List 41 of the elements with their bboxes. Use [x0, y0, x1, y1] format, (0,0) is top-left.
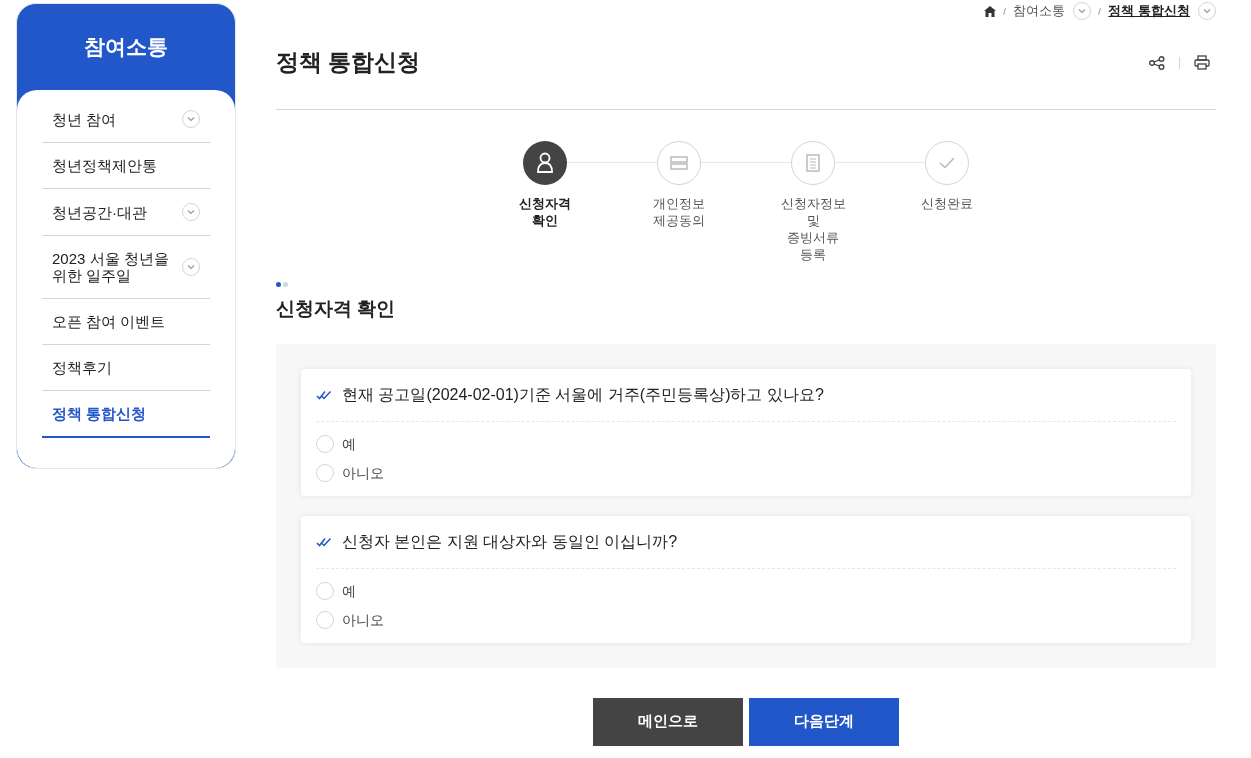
- sidebar-title: 참여소통: [83, 34, 169, 61]
- breadcrumb-link[interactable]: 정책 통합신청: [1108, 1, 1190, 21]
- document-icon: [806, 154, 820, 172]
- person-icon: [536, 152, 554, 174]
- sidebar-item-label: 정책후기: [52, 359, 112, 376]
- sidebar-item[interactable]: 청년공간·대관: [42, 189, 210, 236]
- action-button[interactable]: 메인으로: [593, 697, 743, 746]
- radio-option[interactable]: 아니오: [316, 462, 1176, 484]
- step-label: 신청자정보 및 증빙서류 등록: [780, 195, 846, 263]
- step-label: 신청완료: [921, 195, 973, 212]
- double-check-icon: [316, 536, 332, 547]
- sidebar-item[interactable]: 청년정책제안통: [42, 143, 210, 189]
- sidebar-item-label: 오픈 참여 이벤트: [52, 313, 166, 330]
- question-text: 현재 공고일(2024-02-01)기준 서울에 거주(주민등록상)하고 있나요?: [342, 384, 824, 405]
- sidebar-item-label: 2023 서울 청년을 위한 일주일: [52, 250, 169, 284]
- share-icon[interactable]: [1149, 55, 1165, 70]
- sidebar-item-label: 청년정책제안통: [52, 157, 157, 174]
- check-icon: [939, 157, 955, 169]
- sidebar-item[interactable]: 2023 서울 청년을 위한 일주일: [42, 236, 210, 299]
- radio-option[interactable]: 예: [316, 580, 1176, 602]
- step-label: 신청자격 확인: [519, 195, 571, 229]
- sidebar-item[interactable]: 청년 참여: [42, 96, 210, 143]
- section-title: 신청자격 확인: [276, 297, 397, 321]
- sidebar-item-label: 청년 참여: [52, 110, 117, 128]
- sidebar-item[interactable]: 정책 통합신청: [42, 391, 210, 438]
- bullet-dots-icon: [276, 282, 288, 287]
- sidebar-item[interactable]: 오픈 참여 이벤트: [42, 299, 210, 345]
- double-check-icon: [316, 389, 332, 400]
- breadcrumb-link[interactable]: 참여소통: [1013, 1, 1066, 21]
- radio-option[interactable]: 예: [316, 433, 1176, 455]
- page-title: 정책 통합신청: [276, 48, 421, 78]
- sidebar-item-label: 청년공간·대관: [52, 203, 147, 221]
- radio-option[interactable]: 아니오: [316, 609, 1176, 631]
- sidebar-item-label: 정책 통합신청: [52, 405, 147, 422]
- print-icon[interactable]: [1194, 55, 1210, 70]
- action-button[interactable]: 다음단계: [749, 697, 899, 746]
- stacked-bars-icon: [670, 156, 688, 170]
- step-label: 개인정보 제공동의: [653, 195, 705, 229]
- sidebar-item[interactable]: 정책후기: [42, 345, 210, 391]
- question-text: 신청자 본인은 지원 대상자와 동일인 이십니까?: [342, 531, 678, 552]
- home-icon[interactable]: [984, 5, 997, 17]
